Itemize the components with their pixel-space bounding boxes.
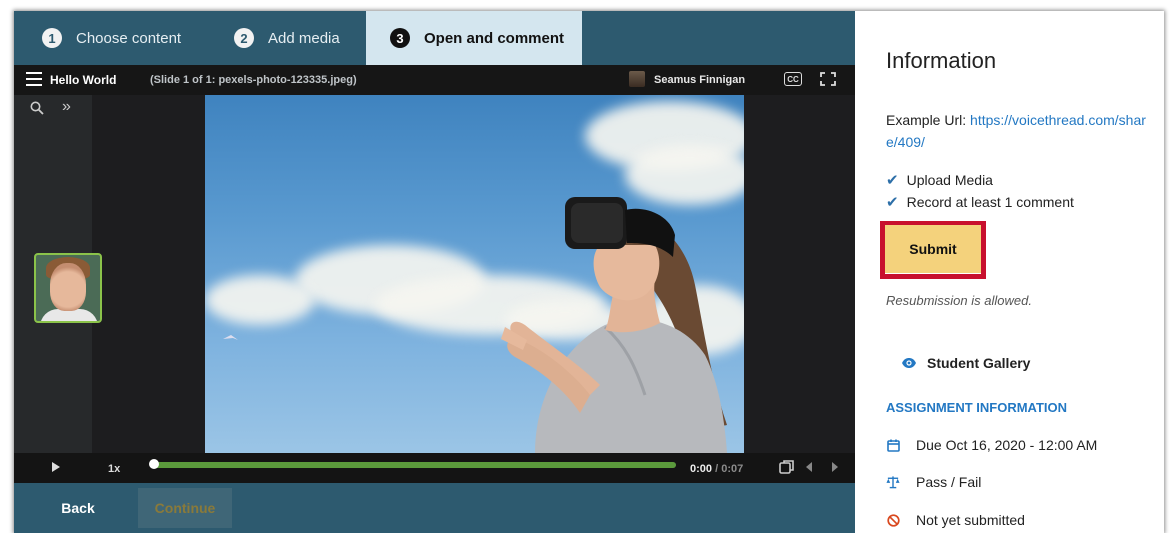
progress-bar[interactable] <box>154 462 676 468</box>
owner-avatar <box>629 71 645 87</box>
calendar-icon <box>886 439 900 452</box>
step-tabs: 1 Choose content 2 Add media 3 Open and … <box>14 11 855 65</box>
assignment-heading: ASSIGNMENT INFORMATION <box>886 400 1068 415</box>
commenter-avatar[interactable] <box>34 253 102 323</box>
search-icon[interactable] <box>30 101 44 115</box>
example-url: Example Url: https://voicethread.com/sha… <box>886 109 1156 153</box>
panel-title: Information <box>886 48 997 73</box>
no-entry-icon <box>886 513 900 527</box>
closed-captions-button[interactable]: CC <box>784 72 802 86</box>
owner-name[interactable]: Seamus Finnigan <box>654 74 745 86</box>
information-panel: Information Example Url: https://voiceth… <box>855 11 1164 533</box>
grading-text: Pass / Fail <box>916 474 982 490</box>
person-with-vr-headset <box>223 197 727 453</box>
due-date: Due Oct 16, 2020 - 12:00 AM <box>886 437 1097 453</box>
gallery-label: Student Gallery <box>927 355 1031 371</box>
thread-title: Hello World <box>50 73 117 87</box>
playback-controls: 1x 0:00 / 0:07 <box>14 453 855 483</box>
step-label: Add media <box>268 29 340 47</box>
tab-add-media[interactable]: 2 Add media <box>234 11 340 65</box>
voicethread-player: Hello World (Slide 1 of 1: pexels-photo-… <box>14 65 855 483</box>
step-number: 2 <box>234 28 254 48</box>
checkmark-icon: ✔ <box>886 194 899 211</box>
requirement-item: ✔ Record at least 1 comment <box>886 193 1074 211</box>
progress-handle[interactable] <box>149 459 159 469</box>
player-title-bar: Hello World (Slide 1 of 1: pexels-photo-… <box>14 65 855 95</box>
resubmission-note: Resubmission is allowed. <box>886 293 1032 308</box>
progress-fill <box>154 462 676 468</box>
status-text: Not yet submitted <box>916 512 1025 528</box>
requirement-item: ✔ Upload Media <box>886 171 993 189</box>
left-panel: 1 Choose content 2 Add media 3 Open and … <box>14 11 855 533</box>
tab-choose-content[interactable]: 1 Choose content <box>42 11 181 65</box>
fullscreen-icon[interactable] <box>820 72 836 86</box>
step-number: 3 <box>390 28 410 48</box>
tab-open-and-comment[interactable]: 3 Open and comment <box>366 11 582 65</box>
student-gallery-link[interactable]: Student Gallery <box>901 355 1030 371</box>
grading-type: Pass / Fail <box>886 474 981 490</box>
step-number: 1 <box>42 28 62 48</box>
slide-image <box>205 95 744 453</box>
step-label: Open and comment <box>424 29 565 47</box>
due-date-text: Due Oct 16, 2020 - 12:00 AM <box>916 437 1098 453</box>
requirement-label: Upload Media <box>906 172 993 188</box>
step-label: Choose content <box>76 29 182 47</box>
copy-icon[interactable] <box>779 459 795 475</box>
double-chevron-right-icon[interactable]: » <box>62 98 71 116</box>
scale-icon <box>886 476 900 489</box>
playback-speed[interactable]: 1x <box>108 463 120 475</box>
url-label: Example Url: <box>886 112 967 128</box>
bottom-nav: Back Continue <box>14 483 855 533</box>
back-button[interactable]: Back <box>30 488 126 528</box>
checkmark-icon: ✔ <box>886 172 899 189</box>
hamburger-icon[interactable] <box>26 72 42 86</box>
app-window: 1 Choose content 2 Add media 3 Open and … <box>14 11 1164 533</box>
submit-button[interactable]: Submit <box>885 225 981 273</box>
slide-info: (Slide 1 of 1: pexels-photo-123335.jpeg) <box>150 74 357 86</box>
submission-status: Not yet submitted <box>886 512 1025 528</box>
continue-button[interactable]: Continue <box>138 488 232 528</box>
next-slide-icon[interactable] <box>832 462 838 472</box>
commenter-sidebar: » <box>14 95 102 453</box>
previous-slide-icon[interactable] <box>806 462 812 472</box>
play-icon[interactable] <box>52 462 60 472</box>
eye-icon <box>902 358 916 368</box>
time-display: 0:00 / 0:07 <box>690 463 744 475</box>
requirement-label: Record at least 1 comment <box>906 194 1074 210</box>
